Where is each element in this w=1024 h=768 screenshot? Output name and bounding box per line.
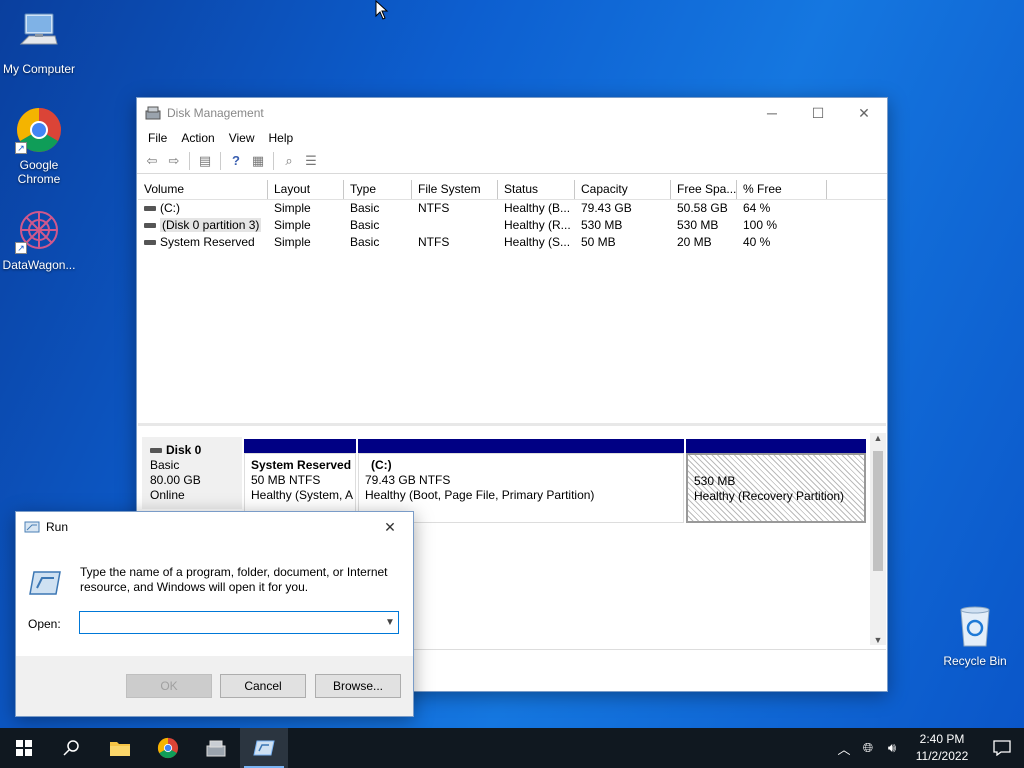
- table-row[interactable]: (Disk 0 partition 3) Simple Basic Health…: [138, 217, 886, 234]
- table-row[interactable]: (C:) Simple Basic NTFS Healthy (B... 79.…: [138, 200, 886, 217]
- run-close-button[interactable]: ✕: [367, 512, 413, 542]
- partition-bar: [358, 439, 684, 453]
- toolbar: ⇦ ⇨ ▤ ? ▦ ⌕ ☰: [137, 148, 887, 174]
- volume-list: Volume Layout Type File System Status Ca…: [138, 180, 886, 426]
- notifications-button[interactable]: [980, 740, 1024, 756]
- forward-arrow-icon[interactable]: ⇨: [163, 150, 185, 172]
- connect-icon[interactable]: ⌕: [278, 150, 300, 172]
- column-header-free-space[interactable]: Free Spa...: [671, 180, 737, 199]
- taskbar-chrome[interactable]: [144, 728, 192, 768]
- folder-icon: [110, 742, 130, 756]
- menu-help[interactable]: Help: [262, 131, 301, 145]
- show-hide-tree-icon[interactable]: ▤: [194, 150, 216, 172]
- clock-date: 11/2/2022: [915, 749, 969, 763]
- browse-button[interactable]: Browse...: [315, 674, 401, 698]
- shortcut-arrow-icon: ↗: [15, 242, 27, 254]
- toolbar-separator: [220, 151, 221, 170]
- graph-vertical-scrollbar[interactable]: ▲ ▼: [870, 433, 886, 645]
- scroll-down-icon[interactable]: ▼: [870, 635, 886, 645]
- partition-recovery[interactable]: 530 MB Healthy (Recovery Partition): [686, 439, 866, 531]
- search-button[interactable]: [48, 728, 96, 768]
- menu-action[interactable]: Action: [174, 131, 221, 145]
- desktop-icon-google-chrome[interactable]: ↗ Google Chrome: [0, 106, 78, 186]
- app-icon: ↗: [15, 206, 63, 254]
- scroll-up-icon[interactable]: ▲: [870, 433, 886, 443]
- drive-icon: [144, 206, 156, 212]
- drive-icon: [144, 240, 156, 246]
- ok-button[interactable]: OK: [126, 674, 212, 698]
- minimize-button[interactable]: ─: [749, 98, 795, 128]
- drive-icon: [144, 223, 156, 229]
- disk-0-label[interactable]: Disk 0 Basic 80.00 GB Online: [142, 437, 242, 509]
- column-header-capacity[interactable]: Capacity: [575, 180, 671, 199]
- recycle-bin-icon: [951, 602, 999, 650]
- taskbar-file-explorer[interactable]: [96, 728, 144, 768]
- menu-view[interactable]: View: [222, 131, 262, 145]
- column-header-status[interactable]: Status: [498, 180, 575, 199]
- volume-icon[interactable]: 🔊︎: [880, 740, 904, 756]
- menu-file[interactable]: File: [141, 131, 174, 145]
- run-app-icon: [253, 740, 275, 756]
- desktop-icon-recycle-bin[interactable]: Recycle Bin: [936, 602, 1014, 668]
- partition-bar: [686, 439, 866, 453]
- mouse-cursor-icon: [375, 0, 389, 20]
- desktop-icon-datawagon[interactable]: ↗ DataWagon...: [0, 206, 78, 272]
- menu-bar: File Action View Help: [137, 128, 887, 148]
- chevron-down-icon[interactable]: ▼: [382, 612, 398, 633]
- list-view-icon[interactable]: ☰: [300, 150, 322, 172]
- help-icon[interactable]: ?: [225, 150, 247, 172]
- run-app-icon: [24, 521, 40, 533]
- maximize-button[interactable]: ☐: [795, 98, 841, 128]
- clock-time: 2:40 PM: [919, 732, 965, 746]
- windows-logo-icon: [16, 740, 32, 756]
- disk-management-app-icon: [206, 740, 226, 757]
- column-header-percent-free[interactable]: % Free: [737, 180, 827, 199]
- column-header-file-system[interactable]: File System: [412, 180, 498, 199]
- open-input[interactable]: [79, 611, 399, 634]
- title-bar[interactable]: Disk Management ─ ☐ ✕: [137, 98, 887, 128]
- start-button[interactable]: [0, 728, 48, 768]
- chrome-icon: [157, 737, 179, 759]
- chrome-icon: ↗: [15, 106, 63, 154]
- search-icon: [63, 740, 79, 756]
- desktop-icon-label: Recycle Bin: [943, 654, 1007, 668]
- window-title: Disk Management: [167, 106, 264, 120]
- column-header-type[interactable]: Type: [344, 180, 412, 199]
- taskbar-disk-management[interactable]: [192, 728, 240, 768]
- run-description: Type the name of a program, folder, docu…: [80, 565, 388, 594]
- open-label: Open:: [28, 617, 61, 631]
- chevron-up-icon[interactable]: ︿: [832, 739, 856, 758]
- close-button[interactable]: ✕: [841, 98, 887, 128]
- shortcut-arrow-icon: ↗: [15, 142, 27, 154]
- disk-icon: [150, 448, 162, 454]
- taskbar: ︿ 🌐︎ 🔊︎ 2:40 PM 11/2/2022: [0, 728, 1024, 768]
- network-globe-icon[interactable]: 🌐︎: [856, 740, 880, 756]
- run-program-icon: [29, 571, 61, 595]
- desktop-icon-label: My Computer: [2, 62, 76, 76]
- disk-management-app-icon: [145, 106, 161, 120]
- clock[interactable]: 2:40 PM 11/2/2022: [904, 731, 980, 765]
- column-header-volume[interactable]: Volume: [138, 180, 268, 199]
- system-tray: ︿ 🌐︎ 🔊︎ 2:40 PM 11/2/2022: [832, 728, 1024, 768]
- toolbar-separator: [273, 151, 274, 170]
- computer-icon: [15, 10, 63, 58]
- properties-icon[interactable]: ▦: [247, 150, 269, 172]
- table-row[interactable]: System Reserved Simple Basic NTFS Health…: [138, 234, 886, 251]
- volume-list-header: Volume Layout Type File System Status Ca…: [138, 180, 886, 200]
- scrollbar-thumb[interactable]: [873, 451, 883, 571]
- taskbar-run[interactable]: [240, 728, 288, 768]
- column-header-layout[interactable]: Layout: [268, 180, 344, 199]
- run-body: Type the name of a program, folder, docu…: [16, 542, 413, 656]
- toolbar-separator: [189, 151, 190, 170]
- run-dialog: Run ✕ Type the name of a program, folder…: [15, 511, 414, 717]
- partition-bar: [244, 439, 356, 453]
- back-arrow-icon[interactable]: ⇦: [141, 150, 163, 172]
- notification-icon: [993, 740, 1011, 756]
- desktop-icon-my-computer[interactable]: My Computer: [0, 10, 78, 76]
- cancel-button[interactable]: Cancel: [220, 674, 306, 698]
- run-title: Run: [46, 520, 69, 534]
- desktop-icon-label: Google Chrome: [17, 158, 61, 186]
- run-title-bar[interactable]: Run ✕: [16, 512, 413, 542]
- desktop-icon-label: DataWagon...: [2, 258, 76, 272]
